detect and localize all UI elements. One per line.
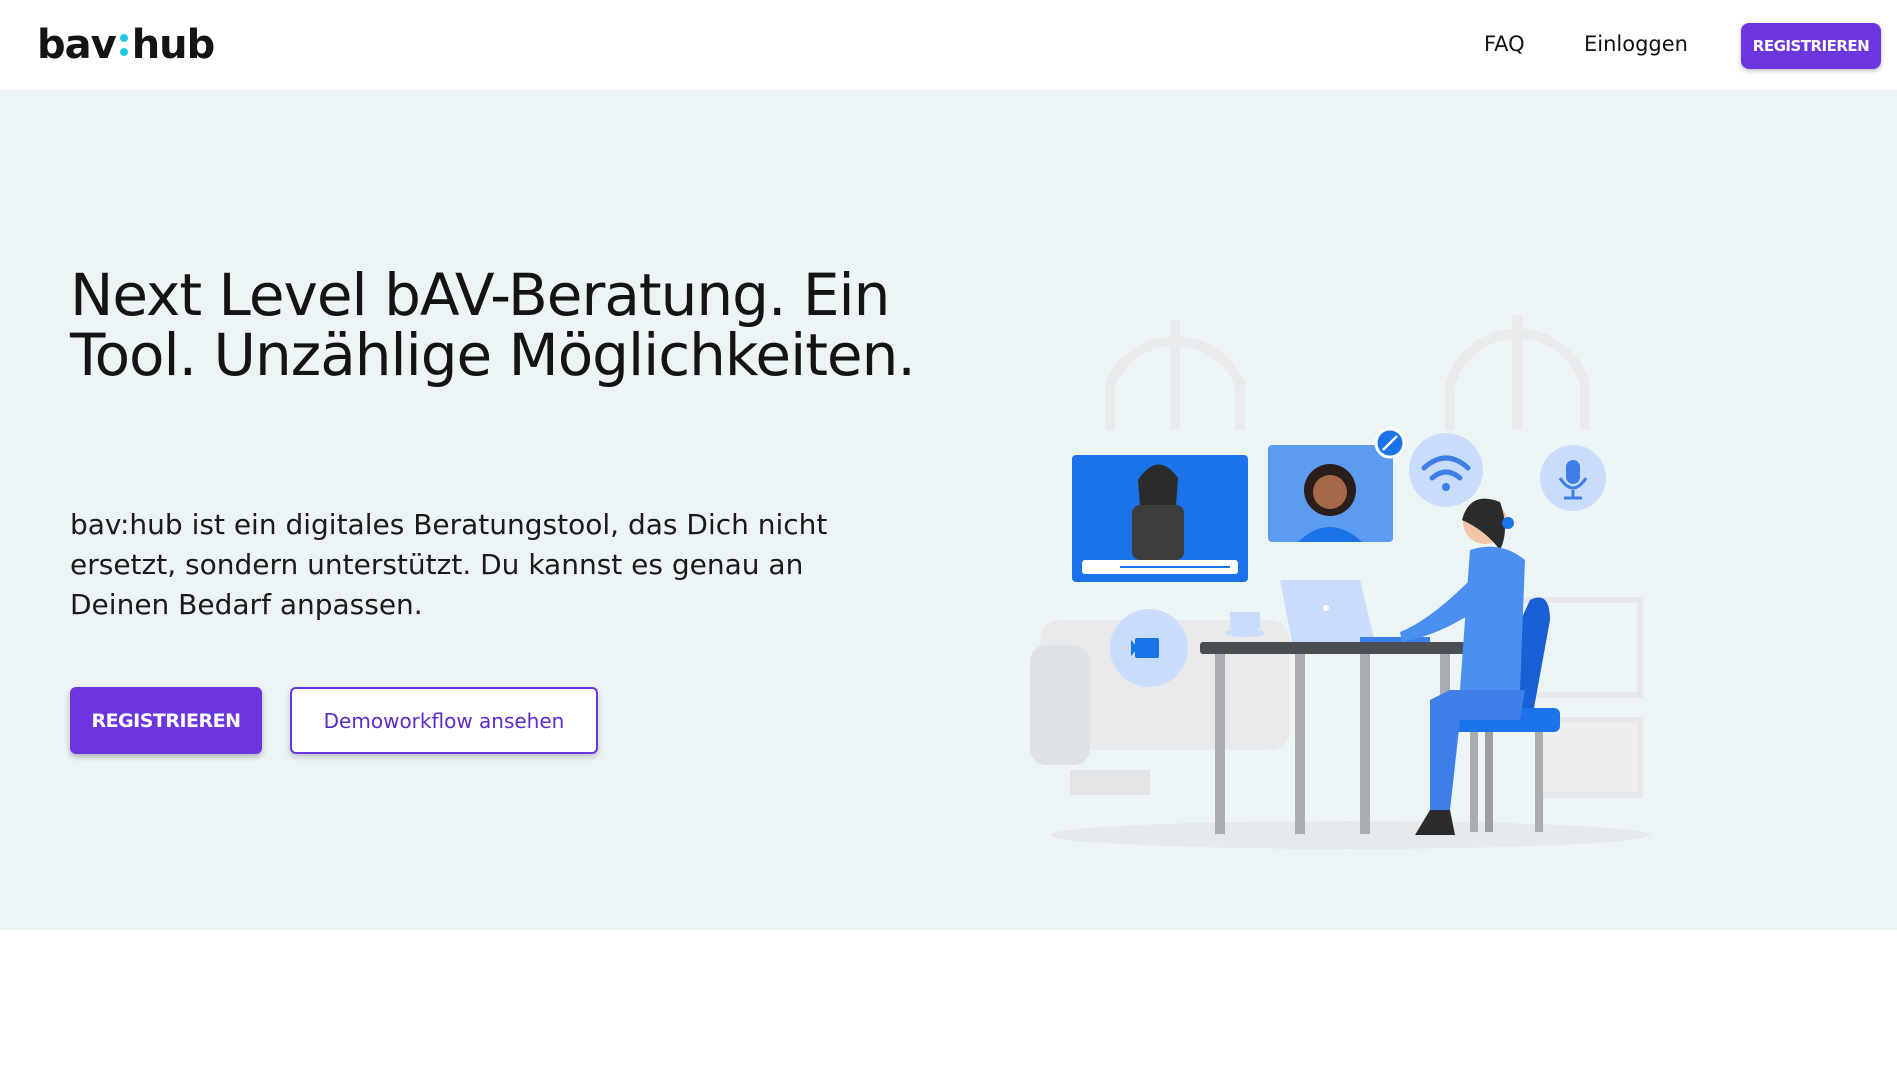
floor-shadow bbox=[1050, 821, 1650, 849]
logo[interactable]: bav hub bbox=[37, 20, 216, 70]
logo-colon-icon bbox=[119, 31, 128, 59]
camera-icon bbox=[1110, 609, 1188, 687]
hero-illustration bbox=[1030, 315, 1650, 849]
nav-login-link[interactable]: Einloggen bbox=[1584, 32, 1704, 56]
page: bav hub FAQ Einloggen REGISTRIEREN Next … bbox=[0, 0, 1897, 1080]
hero-section: Next Level bAV-Beratung. Ein Tool. Unzäh… bbox=[0, 90, 1897, 930]
hero-register-button[interactable]: REGISTRIEREN bbox=[70, 687, 262, 754]
site-header: bav hub FAQ Einloggen REGISTRIEREN bbox=[0, 0, 1897, 90]
nav-register-button[interactable]: REGISTRIEREN bbox=[1741, 23, 1881, 69]
demo-workflow-button[interactable]: Demoworkflow ansehen bbox=[290, 687, 598, 754]
microphone-icon bbox=[1540, 445, 1606, 511]
hero-title: Next Level bAV-Beratung. Ein Tool. Unzäh… bbox=[70, 261, 916, 389]
video-call-screen-1 bbox=[1072, 455, 1248, 582]
video-call-screen-2 bbox=[1268, 445, 1393, 542]
nav-faq-link[interactable]: FAQ bbox=[1484, 32, 1544, 56]
logo-text-left: bav bbox=[37, 22, 117, 68]
hero-description: bav:hub ist ein digitales Beratungstool,… bbox=[70, 508, 828, 621]
consultant-figure bbox=[1400, 498, 1525, 835]
wifi-icon bbox=[1409, 433, 1483, 507]
background-windows bbox=[1105, 315, 1590, 430]
coffee-cup bbox=[1225, 612, 1265, 637]
logo-text-right: hub bbox=[131, 22, 216, 68]
